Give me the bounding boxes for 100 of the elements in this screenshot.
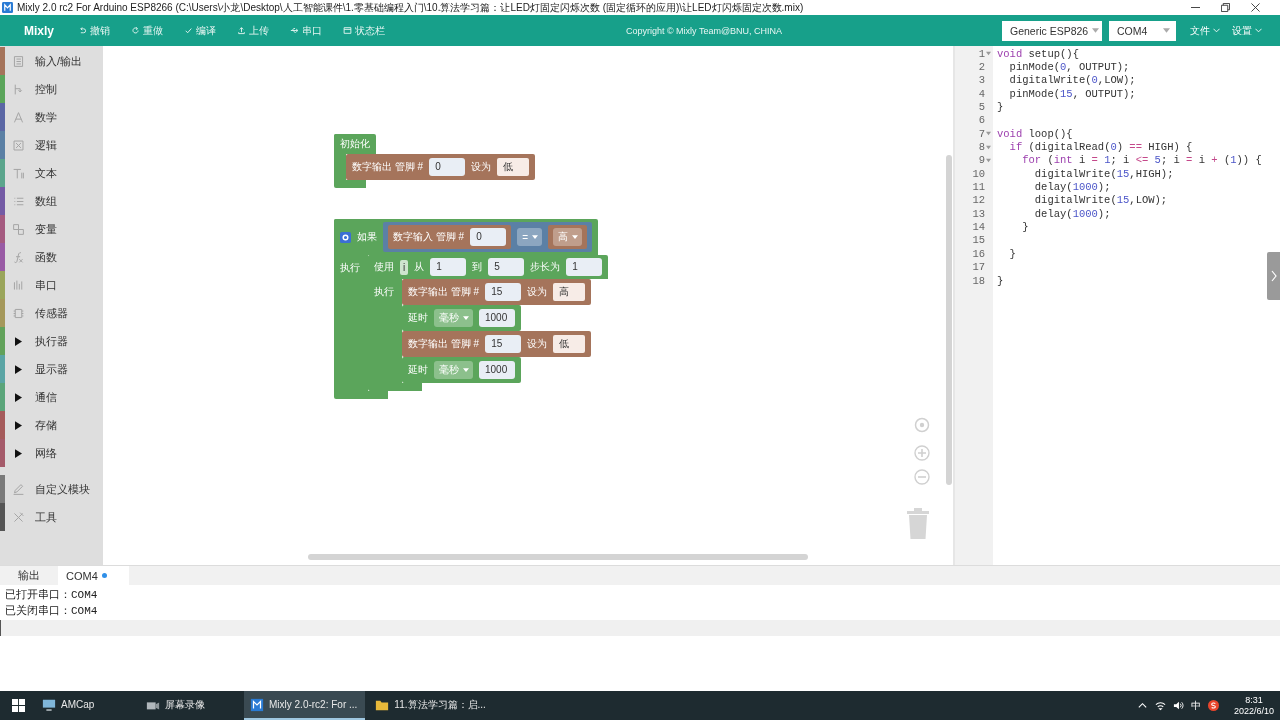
value-block[interactable]: 数字输入 管脚 # 0 = 高 xyxy=(383,222,592,252)
serial-input-field[interactable] xyxy=(0,620,1280,636)
scrollbar[interactable] xyxy=(308,554,808,560)
code-line: if (digitalRead(0) == HIGH) { xyxy=(1008,141,1193,154)
block-label: 初始化 xyxy=(340,138,370,150)
clock-date[interactable]: 2022/6/10 xyxy=(1233,705,1274,717)
program-block[interactable]: 使用 i 从 1 到 5 步长为 1 执行 数字输出 管脚 # 15 设为 高 延时 毫秒 1000 数字输出 管脚 # 15 设为 低 延时 毫秒 1000 xyxy=(368,255,609,391)
line-number: 11 xyxy=(971,181,986,194)
fold-icon[interactable] xyxy=(986,157,991,163)
code-line: void loop(){ xyxy=(996,127,1073,140)
expand-arrow-icon xyxy=(15,448,22,458)
taskbar-item[interactable]: AMCap xyxy=(36,691,136,720)
fold-icon[interactable] xyxy=(986,131,991,137)
code-line: for (int i = 1; i <= 5; i = i + (1)) { xyxy=(1021,154,1262,167)
category-item[interactable]: 输入/输出 xyxy=(0,47,103,75)
number-field[interactable]: 1 xyxy=(430,258,467,276)
caret-icon xyxy=(1163,28,1170,33)
output-line: 已关闭串口：COM4 xyxy=(5,604,99,619)
program-block[interactable]: 数字输出 管脚 # 0 设为 低 xyxy=(346,154,536,180)
category-item[interactable]: 传感器 xyxy=(0,299,103,327)
line-number: 5 xyxy=(977,101,986,114)
chevron-right-icon xyxy=(1270,270,1277,282)
chip-icon xyxy=(12,306,25,320)
code-line: pinMode(15, OUTPUT); xyxy=(1008,87,1136,100)
zoom-in-icon[interactable] xyxy=(914,445,930,461)
input-method-icon[interactable] xyxy=(1207,700,1219,711)
category-item[interactable]: 执行器 xyxy=(0,327,103,355)
expand-arrow-icon xyxy=(15,392,22,402)
number-field[interactable]: 1 xyxy=(566,258,603,276)
clock-time[interactable]: 8:31 xyxy=(1245,694,1263,706)
number-field[interactable]: 0 xyxy=(470,228,507,246)
fold-icon[interactable] xyxy=(986,144,991,150)
code-line: delay(1000); xyxy=(1033,207,1111,220)
input-language-indicator[interactable]: 中 xyxy=(1190,698,1201,713)
category-item[interactable]: 自定义模块 xyxy=(0,475,103,503)
category-item[interactable]: 通信 xyxy=(0,383,103,411)
number-field[interactable]: 15 xyxy=(485,335,522,353)
category-item[interactable]: 串口 xyxy=(0,271,103,299)
number-field[interactable]: 0 xyxy=(429,158,466,176)
value-field[interactable]: 低 xyxy=(553,335,586,353)
panel-tab[interactable]: COM4 xyxy=(58,566,129,585)
value-block[interactable]: 数字输入 管脚 # 0 xyxy=(388,225,512,249)
line-number: 17 xyxy=(971,261,986,274)
block-label: 执行 xyxy=(373,285,395,298)
category-item[interactable]: 数组 xyxy=(0,187,103,215)
chevron-up-icon[interactable] xyxy=(1136,700,1148,711)
program-block[interactable]: 延时 毫秒 1000 xyxy=(402,357,521,383)
program-block[interactable]: 延时 毫秒 1000 xyxy=(402,305,521,331)
category-item[interactable]: 变量 xyxy=(0,215,103,243)
block-label: 数字输出 管脚 # xyxy=(408,338,480,350)
network-icon[interactable] xyxy=(1154,700,1166,711)
program-block[interactable]: 数字输出 管脚 # 15 设为 低 xyxy=(402,331,592,357)
category-item[interactable]: 文本 xyxy=(0,159,103,187)
line-number: 15 xyxy=(971,234,986,247)
line-number: 8 xyxy=(977,141,986,154)
redo-icon xyxy=(131,26,140,35)
code-line: digitalWrite(15,HIGH); xyxy=(1033,167,1174,180)
program-block[interactable]: 如果 数字输入 管脚 # 0 = 高 执行 使用 i 从 1 到 5 步长为 1 执行 数字输出 管脚 # 15 设为 高 延时 毫秒 1000 数字输出 管脚 # 15 设为 低 延时 毫秒 1000 xyxy=(334,219,609,399)
category-item[interactable]: 函数 xyxy=(0,243,103,271)
taskbar-item[interactable]: 屏幕录像 xyxy=(140,691,240,720)
settings-icon[interactable] xyxy=(340,231,351,243)
taskbar-item[interactable]: Mixly 2.0-rc2: For ... xyxy=(244,691,366,720)
category-item[interactable]: 逻辑 xyxy=(0,131,103,159)
collapse-handle[interactable] xyxy=(1267,252,1280,300)
category-item[interactable]: 存储 xyxy=(0,411,103,439)
category-item[interactable]: 网络 xyxy=(0,439,103,467)
code-line: digitalWrite(15,LOW); xyxy=(1033,194,1168,207)
number-field[interactable]: 1000 xyxy=(479,361,515,379)
scrollbar[interactable] xyxy=(946,155,952,485)
value-field[interactable]: 高 xyxy=(553,283,586,301)
close-icon xyxy=(1250,3,1260,12)
number-field[interactable]: 1000 xyxy=(479,309,515,327)
target-icon[interactable] xyxy=(914,417,930,433)
text-icon xyxy=(12,166,25,180)
line-number: 10 xyxy=(971,167,986,180)
port-select[interactable]: COM4 xyxy=(1109,20,1176,41)
block-label: 如果 xyxy=(357,231,377,243)
program-block[interactable]: 数字输出 管脚 # 15 设为 高 xyxy=(402,279,592,305)
usb-icon xyxy=(290,26,299,35)
block-label: 设为 xyxy=(471,161,492,173)
value-field[interactable]: 低 xyxy=(497,158,530,176)
panel-tab[interactable]: 输出 xyxy=(10,566,48,585)
board-select[interactable]: Generic ESP826 xyxy=(1002,20,1102,41)
category-item[interactable]: 控制 xyxy=(0,75,103,103)
zoom-out-icon[interactable] xyxy=(914,469,930,485)
block-label: 执行 xyxy=(339,261,361,274)
fold-icon[interactable] xyxy=(986,51,991,57)
volume-icon[interactable] xyxy=(1172,700,1184,711)
program-block[interactable]: 初始化 数字输出 管脚 # 0 设为 低 xyxy=(334,134,536,188)
category-item[interactable]: 显示器 xyxy=(0,355,103,383)
code-line: } xyxy=(996,274,1004,287)
category-item[interactable]: 工具 xyxy=(0,503,103,531)
line-number: 16 xyxy=(971,247,986,260)
category-item[interactable]: 数学 xyxy=(0,103,103,131)
variable-field[interactable]: i xyxy=(400,259,409,275)
number-field[interactable]: 15 xyxy=(485,283,522,301)
taskbar-item[interactable]: 11.算法学习篇：启... xyxy=(369,691,494,720)
undo-icon xyxy=(78,26,87,35)
line-number: 1 xyxy=(977,47,986,60)
number-field[interactable]: 5 xyxy=(488,258,525,276)
